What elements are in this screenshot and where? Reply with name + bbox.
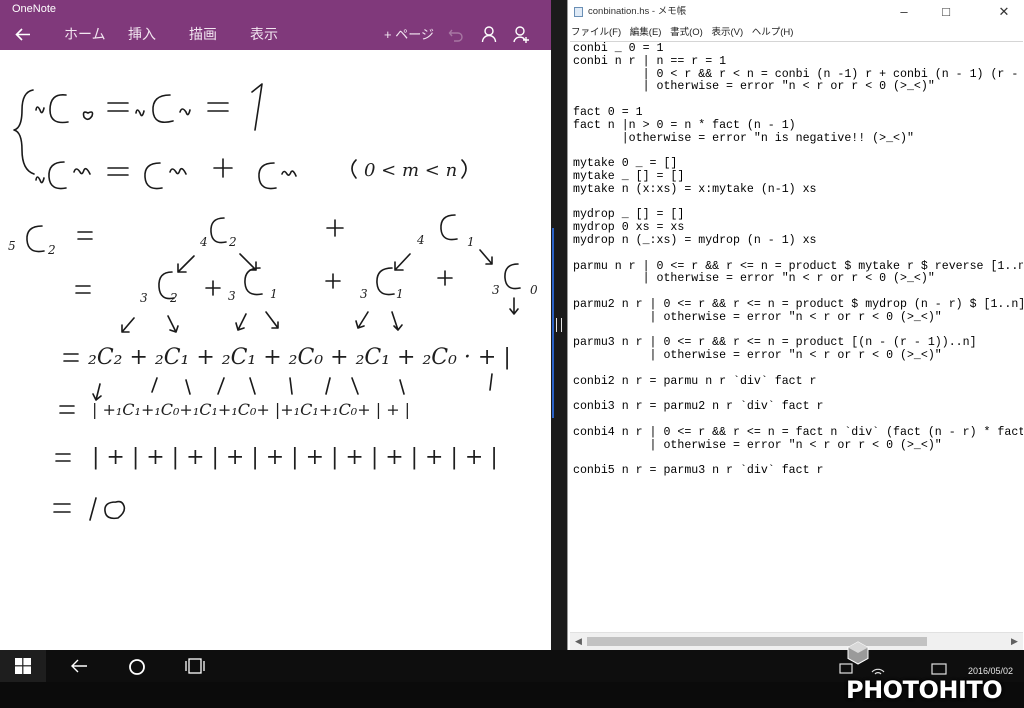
code-line: parmu2 n r | 0 <= r && r <= n = product … [573, 297, 1023, 311]
code-text: conbi _ 0 = 1 conbi n r | n == r = 1 | 0 … [570, 42, 1023, 479]
undo-icon [448, 29, 463, 42]
code-line: conbi2 n r = parmu n r `div` fact r [573, 374, 817, 388]
search-circle-icon [129, 659, 145, 675]
minimize-button[interactable]: – [883, 0, 925, 24]
focus-indicator [552, 228, 554, 418]
person-icon [481, 26, 497, 43]
code-line: | otherwise = error "n < r or r < 0 (>_<… [573, 272, 935, 286]
code-line: | otherwise = error "n < r or r < 0 (>_<… [573, 80, 935, 94]
onenote-window: OneNote ホーム 挿入 描画 表示 + ページ 0 < m < n 5 2… [0, 0, 551, 650]
notepad-menubar: ファイル(F) 編集(E) 書式(O) 表示(V) ヘルプ(H) [568, 24, 1024, 41]
notepad-app-icon [574, 7, 583, 17]
scroll-left-icon[interactable]: ◀ [570, 633, 587, 650]
svg-text:3: 3 [228, 289, 236, 303]
maximize-button[interactable]: □ [925, 0, 967, 24]
start-button[interactable] [0, 650, 46, 682]
svg-text:0: 0 [530, 283, 538, 297]
snap-divider[interactable] [551, 0, 567, 650]
code-line: fact 0 = 1 [573, 105, 643, 119]
onenote-title: OneNote [0, 0, 551, 19]
svg-text:₂C₂ + ₂C₁ + ₂C₁ + ₂C₀ + ₂C₁ +: ₂C₂ + ₂C₁ + ₂C₁ + ₂C₀ + ₂C₁ + ₂C₀ · + | [88, 345, 511, 370]
notepad-window: conbination.hs - メモ帳 – □ ✕ ファイル(F) 編集(E)… [567, 0, 1024, 650]
windows-logo-icon [15, 658, 31, 674]
svg-text:3: 3 [140, 291, 148, 305]
menu-file[interactable]: ファイル(F) [571, 27, 621, 38]
undo-button[interactable] [448, 19, 464, 50]
task-view-button[interactable] [172, 650, 218, 682]
svg-text:3: 3 [360, 287, 368, 301]
back-arrow-icon [15, 28, 30, 41]
share-button[interactable] [513, 19, 531, 50]
task-view-icon [185, 658, 205, 674]
menu-help[interactable]: ヘルプ(H) [752, 27, 794, 38]
handwriting-ink: 0 < m < n 5 2 4 2 4 1 3 2 3 1 3 1 3 0 ₂C… [8, 83, 538, 521]
svg-text:2: 2 [169, 291, 178, 305]
divider-grip[interactable] [556, 318, 562, 332]
menu-format[interactable]: 書式(O) [670, 27, 703, 38]
svg-text:| + | + | + | + | + | + | + |: | + | + | + | + | + | + | + | + | + | + … [92, 445, 498, 470]
notepad-titlebar[interactable]: conbination.hs - メモ帳 – □ ✕ [568, 0, 1024, 24]
code-line: fact n |n > 0 = n * fact (n - 1) [573, 118, 796, 132]
svg-text:| +₁C₁+₁C₀+₁C₁+₁C₀+ |+₁C₁+₁C₀+: | +₁C₁+₁C₀+₁C₁+₁C₀+ |+₁C₁+₁C₀+ | + | [92, 400, 410, 419]
close-button[interactable]: ✕ [983, 0, 1024, 24]
code-line: | otherwise = error "n < r or r < 0 (>_<… [573, 438, 942, 452]
cortana-button[interactable] [114, 650, 160, 682]
code-line: | otherwise = error "n < r or r < 0 (>_<… [573, 310, 942, 324]
back-button[interactable] [14, 19, 32, 50]
watermark-text: PHOTOHITO [846, 676, 1003, 704]
code-line: mytake _ [] = [] [573, 169, 685, 183]
code-line: conbi4 n r | 0 <= r && r <= n = fact n `… [573, 425, 1023, 439]
notepad-title: conbination.hs - メモ帳 [588, 6, 687, 17]
tab-home[interactable]: ホーム [64, 19, 106, 50]
code-line: conbi _ 0 = 1 [573, 42, 664, 55]
svg-text:1: 1 [467, 235, 475, 249]
svg-text:4: 4 [199, 235, 208, 249]
onenote-ribbon: ホーム 挿入 描画 表示 + ページ [0, 19, 551, 50]
taskbar-back-button[interactable] [56, 650, 102, 682]
svg-text:1: 1 [270, 287, 278, 301]
svg-text:0 < m < n: 0 < m < n [364, 160, 457, 181]
menu-edit[interactable]: 編集(E) [630, 27, 662, 38]
tab-view[interactable]: 表示 [250, 19, 278, 50]
account-button[interactable] [481, 19, 497, 50]
back-arrow-icon [71, 659, 87, 673]
svg-text:3: 3 [492, 283, 500, 297]
code-line: conbi5 n r = parmu3 n r `div` fact r [573, 464, 824, 478]
add-page-button[interactable]: + ページ [384, 19, 434, 50]
photohito-watermark: PHOTOHITO [846, 636, 1024, 704]
svg-text:2: 2 [228, 235, 237, 249]
add-person-icon [513, 26, 529, 43]
menu-view[interactable]: 表示(V) [711, 27, 743, 38]
svg-text:1: 1 [396, 287, 404, 301]
tab-insert[interactable]: 挿入 [128, 19, 156, 50]
notepad-editor[interactable]: conbi _ 0 = 1 conbi n r | n == r = 1 | 0 … [570, 41, 1023, 633]
svg-text:2: 2 [47, 243, 56, 257]
code-line: |otherwise = error "n is negative!! (>_<… [573, 131, 914, 145]
code-line: conbi n r | n == r = 1 [573, 54, 727, 68]
code-line: conbi3 n r = parmu2 n r `div` fact r [573, 400, 824, 414]
code-line: mydrop n (_:xs) = mydrop (n - 1) xs [573, 233, 817, 247]
tab-draw[interactable]: 描画 [189, 19, 217, 50]
svg-text:4: 4 [416, 233, 425, 247]
svg-text:5: 5 [8, 239, 16, 253]
code-line: | otherwise = error "n < r or r < 0 (>_<… [573, 349, 942, 363]
photohito-logo-icon [847, 641, 869, 665]
code-line: mytake n (x:xs) = x:mytake (n-1) xs [573, 182, 817, 196]
handwritten-canvas[interactable]: 0 < m < n 5 2 4 2 4 1 3 2 3 1 3 1 3 0 ₂C… [0, 50, 551, 650]
